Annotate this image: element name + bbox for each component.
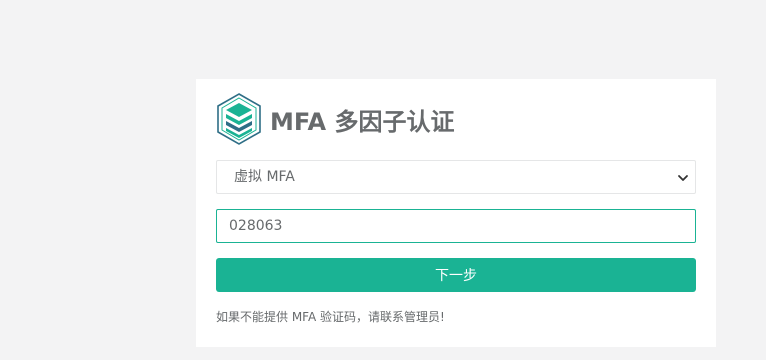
page-title: MFA 多因子认证 (270, 107, 455, 136)
next-step-button[interactable]: 下一步 (216, 258, 696, 292)
layered-hexagon-logo-icon (217, 93, 261, 145)
mfa-type-select[interactable]: 虚拟 MFA (216, 160, 696, 194)
card-header: MFA 多因子认证 (216, 93, 454, 145)
mfa-login-card: MFA 多因子认证 虚拟 MFA 下一步 如果不能提供 MFA 验证码，请联系管… (196, 79, 716, 347)
chevron-down-icon (678, 175, 688, 181)
mfa-code-field (216, 209, 696, 243)
mfa-code-input[interactable] (217, 210, 695, 242)
mfa-type-selected-value: 虚拟 MFA (234, 169, 295, 185)
help-text: 如果不能提供 MFA 验证码，请联系管理员! (216, 310, 445, 324)
